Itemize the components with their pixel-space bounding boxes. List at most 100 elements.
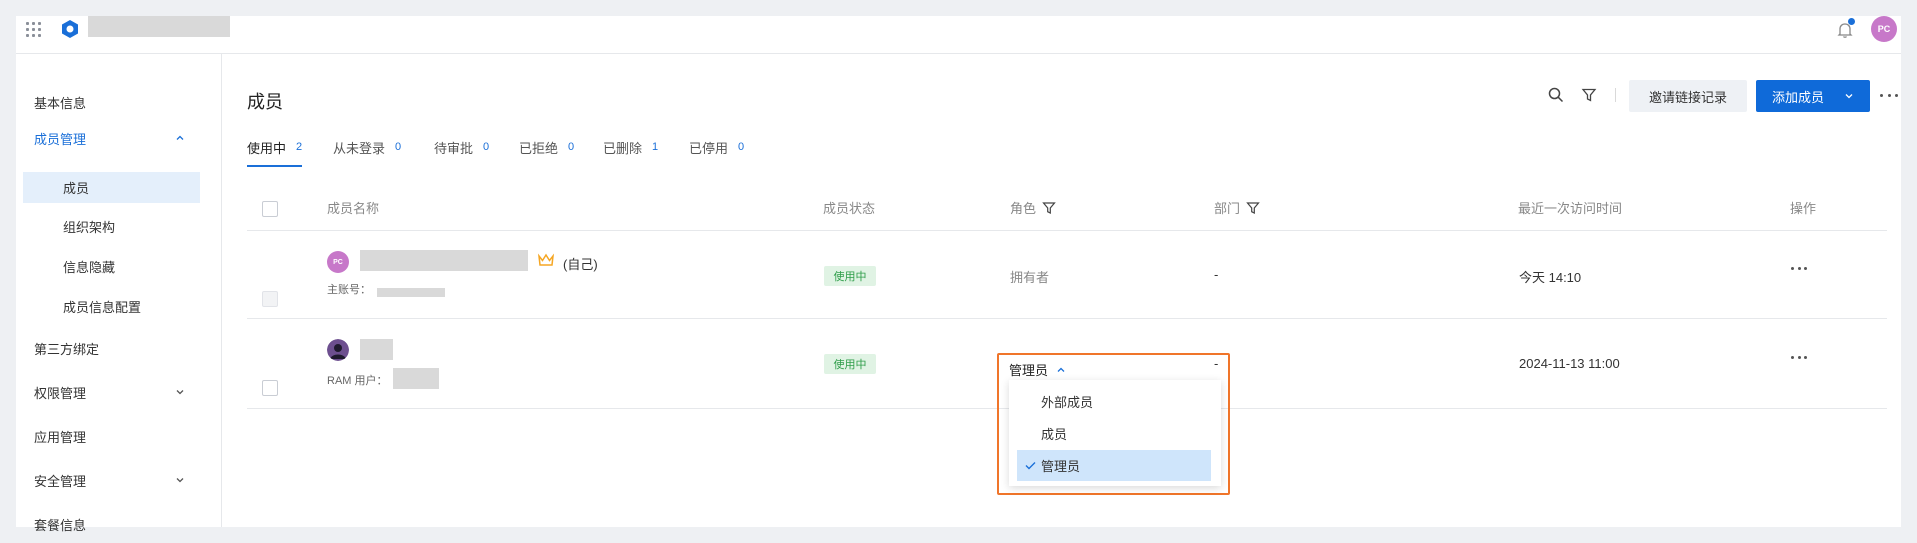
tab-disabled[interactable]: 已停用 0 [689, 138, 744, 167]
role-option-label: 管理员 [1041, 459, 1081, 474]
sidebar-item-basic-info[interactable]: 基本信息 [16, 86, 222, 118]
tab-count: 0 [483, 141, 490, 153]
account-id-redacted [393, 368, 439, 389]
column-header-label: 成员名称 [327, 201, 380, 216]
chevron-down-icon [176, 478, 184, 483]
sidebar-item-plan-info[interactable]: 套餐信息 [16, 508, 222, 540]
check-icon [1025, 462, 1036, 470]
tab-count: 2 [296, 141, 303, 153]
status-badge: 使用中 [824, 266, 876, 286]
role-value: 拥有者 [1010, 270, 1050, 285]
tab-never-logged-in[interactable]: 从未登录 0 [333, 138, 401, 167]
column-header-label: 部门 [1214, 201, 1241, 216]
column-header-label: 操作 [1790, 201, 1817, 216]
sidebar-item-security-management[interactable]: 安全管理 [16, 464, 222, 496]
toolbar-divider [1615, 88, 1616, 102]
tab-count: 0 [395, 141, 402, 153]
table-header-divider [247, 230, 1887, 231]
sidebar-item-label: 第三方绑定 [34, 341, 100, 357]
tab-label: 已拒绝 [519, 141, 559, 156]
sidebar-item-label: 套餐信息 [34, 517, 87, 533]
sidebar-item-label: 权限管理 [34, 385, 87, 401]
role-option-member[interactable]: 成员 [1017, 418, 1211, 449]
account-type-label: RAM 用户： [327, 375, 388, 387]
column-header-role: 角色 [1010, 198, 1056, 217]
account-id-redacted [377, 288, 445, 297]
tab-pending-approval[interactable]: 待审批 0 [434, 138, 489, 167]
sidebar-item-member-management[interactable]: 成员管理 [16, 122, 222, 154]
chevron-down-icon [176, 390, 184, 395]
sidebar-item-label: 基本信息 [34, 95, 87, 111]
chevron-up-icon [176, 135, 184, 140]
column-header-label: 角色 [1010, 201, 1037, 216]
sidebar-item-label: 成员管理 [34, 131, 87, 147]
invite-link-log-button[interactable]: 邀请链接记录 [1629, 80, 1747, 112]
app-window: PC 基本信息 成员管理 成员 组织架构 信息隐藏 成员信息配置 第三方绑定 权… [16, 16, 1901, 533]
column-header-last-visit: 最近一次访问时间 [1518, 198, 1622, 217]
last-visit-value: 2024-11-13 11:00 [1519, 356, 1620, 371]
role-dropdown-menu: 外部成员 成员 管理员 [1009, 380, 1221, 486]
account-type-label: 主账号： [327, 284, 371, 296]
role-option-label: 外部成员 [1041, 395, 1094, 410]
sidebar-subitem-member-info-config[interactable]: 成员信息配置 [23, 291, 200, 322]
select-all-checkbox[interactable] [262, 201, 278, 217]
status-badge: 使用中 [824, 354, 876, 374]
more-actions-button[interactable] [1880, 86, 1898, 104]
owner-crown-icon [537, 253, 555, 266]
sidebar-subitem-info-hiding[interactable]: 信息隐藏 [23, 251, 200, 282]
member-avatar [327, 339, 349, 361]
tab-count: 1 [652, 141, 659, 153]
member-name-redacted [360, 250, 528, 271]
product-logo-icon[interactable] [60, 19, 80, 39]
sidebar-item-label: 安全管理 [34, 473, 87, 489]
top-bar: PC [16, 16, 1901, 54]
sidebar-item-permission-management[interactable]: 权限管理 [16, 376, 222, 408]
column-header-name: 成员名称 [327, 198, 379, 217]
last-visit-value: 今天 14:10 [1519, 270, 1582, 285]
tab-label: 待审批 [434, 141, 474, 156]
sidebar: 基本信息 成员管理 成员 组织架构 信息隐藏 成员信息配置 第三方绑定 权限管理… [16, 54, 222, 533]
tab-in-use[interactable]: 使用中 2 [247, 138, 303, 167]
column-header-label: 成员状态 [823, 201, 876, 216]
chevron-down-icon[interactable] [1844, 91, 1854, 101]
tab-count: 0 [738, 141, 745, 153]
sidebar-item-third-party-binding[interactable]: 第三方绑定 [16, 332, 222, 364]
column-header-status: 成员状态 [823, 198, 875, 217]
page-title: 成员 [247, 92, 283, 112]
column-header-department: 部门 [1214, 198, 1260, 217]
filter-icon[interactable] [1581, 87, 1597, 103]
add-member-button[interactable]: 添加成员 [1756, 80, 1870, 112]
tab-deleted[interactable]: 已删除 1 [603, 138, 658, 167]
app-grid-icon[interactable] [26, 22, 42, 38]
department-value: - [1214, 267, 1219, 282]
role-option-label: 成员 [1041, 427, 1068, 442]
sidebar-item-label: 成员 [63, 181, 90, 196]
department-filter-icon[interactable] [1246, 201, 1260, 215]
member-avatar: PC [327, 251, 349, 273]
tab-rejected[interactable]: 已拒绝 0 [519, 138, 574, 167]
role-filter-icon[interactable] [1042, 201, 1056, 215]
notification-dot [1848, 18, 1855, 25]
sidebar-item-label: 信息隐藏 [63, 260, 116, 275]
add-member-label: 添加成员 [1772, 89, 1825, 105]
row-checkbox[interactable] [262, 380, 278, 396]
sidebar-item-label: 成员信息配置 [63, 300, 142, 315]
user-avatar[interactable]: PC [1871, 16, 1897, 42]
role-option-external-member[interactable]: 外部成员 [1017, 386, 1211, 417]
tab-label: 从未登录 [333, 141, 386, 156]
tab-label: 已删除 [603, 141, 643, 156]
sidebar-item-label: 应用管理 [34, 429, 87, 445]
member-name-redacted [360, 339, 393, 360]
sidebar-subitem-members[interactable]: 成员 [23, 172, 200, 203]
sidebar-item-label: 组织架构 [63, 220, 116, 235]
self-tag: (自己) [563, 257, 598, 272]
row-more-actions-button[interactable] [1791, 354, 1807, 360]
search-icon[interactable] [1547, 86, 1565, 104]
tab-label: 使用中 [247, 141, 287, 156]
sidebar-item-app-management[interactable]: 应用管理 [16, 420, 222, 452]
row-divider [247, 318, 1887, 319]
sidebar-subitem-org-structure[interactable]: 组织架构 [23, 211, 200, 242]
column-header-actions: 操作 [1790, 198, 1816, 217]
role-option-admin[interactable]: 管理员 [1017, 450, 1211, 481]
row-more-actions-button[interactable] [1791, 265, 1807, 271]
